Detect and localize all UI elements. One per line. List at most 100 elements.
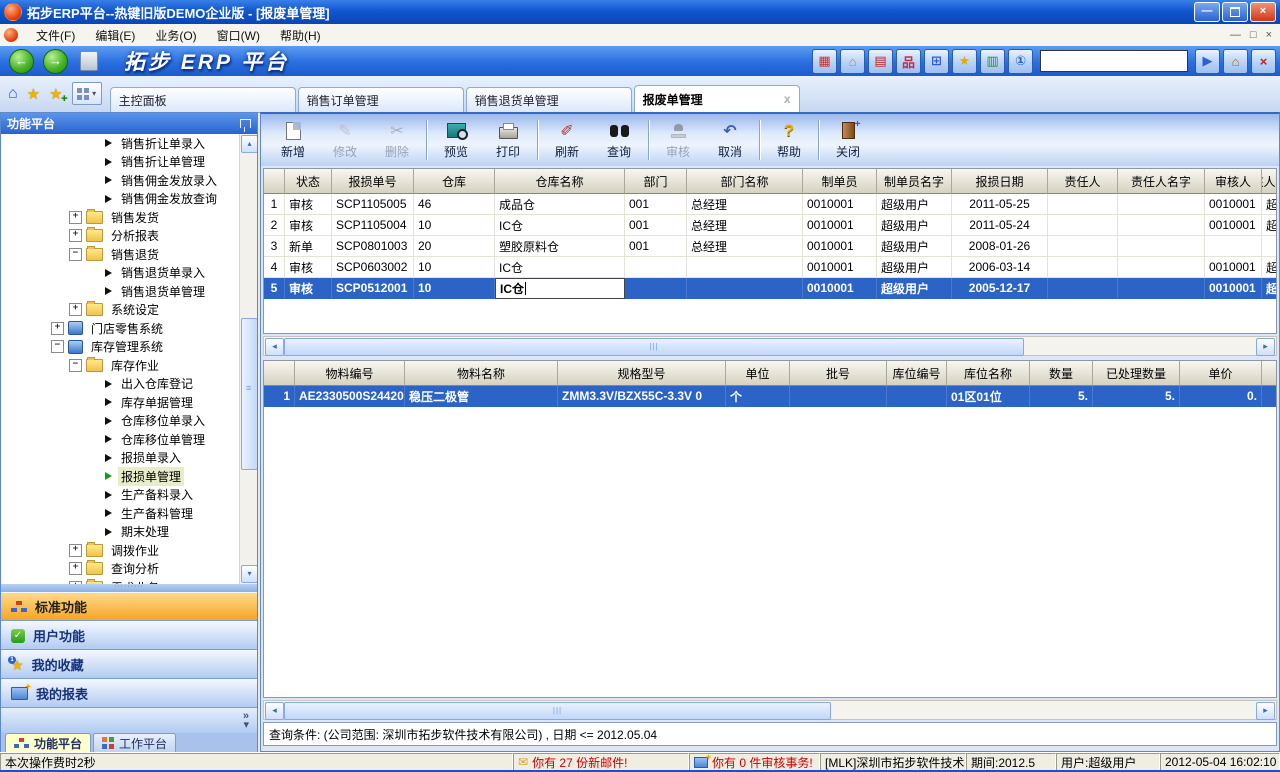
scroll-down-icon[interactable]: ▾ (241, 565, 257, 583)
tree-item-销售佣金发放查询[interactable]: 销售佣金发放查询 (1, 190, 257, 209)
tree-expand-icon[interactable]: + (69, 303, 82, 316)
tab-销售退货单管理[interactable]: 销售退货单管理 (466, 87, 632, 112)
tree-expand-icon[interactable]: − (69, 248, 82, 261)
panel-overflow[interactable]: » ▾ (1, 708, 257, 733)
mdi-control-2[interactable]: × (1266, 29, 1272, 41)
pin-icon[interactable] (240, 119, 251, 128)
menu-item-3[interactable]: 窗口(W) (207, 27, 270, 45)
tree-expand-icon[interactable]: − (69, 359, 82, 372)
tree-item-需求业务[interactable]: +需求业务 (1, 578, 257, 584)
tree-expand-icon[interactable]: + (51, 322, 64, 335)
tree-item-销售折让单录入[interactable]: 销售折让单录入 (1, 134, 257, 153)
scroll-up-icon[interactable]: ▴ (241, 135, 257, 153)
menu-item-4[interactable]: 帮助(H) (270, 27, 331, 45)
home-folder-icon[interactable]: ⌂ (840, 49, 865, 74)
toolbar-button-刷新[interactable]: ✐刷新 (541, 118, 593, 162)
table-row[interactable]: 1AE2330500S24420稳压二极管ZMM3.3V/BZX55C-3.3V… (264, 386, 1276, 407)
scroll-thumb[interactable] (284, 338, 1024, 356)
contacts-icon[interactable]: ▥ (980, 49, 1005, 74)
go-icon[interactable]: ▶ (1195, 49, 1220, 74)
table-row[interactable]: 2审核SCP110500410IC仓001总经理0010001超级用户2011-… (264, 215, 1276, 236)
favorites-icon[interactable]: ★ (27, 85, 40, 103)
tree-item-销售发货[interactable]: +销售发货 (1, 208, 257, 227)
tree-item-销售佣金发放录入[interactable]: 销售佣金发放录入 (1, 171, 257, 190)
close-button[interactable]: × (1250, 2, 1276, 22)
new-folder-icon[interactable]: ⊞ (924, 49, 949, 74)
tree-expand-icon[interactable]: + (69, 211, 82, 224)
sidebar-splitter[interactable]: ········· (1, 584, 257, 592)
table-row[interactable]: 3新单SCP080100320塑胶原料仓001总经理0010001超级用户200… (264, 236, 1276, 257)
toolbar-button-查询[interactable]: 查询 (593, 118, 645, 162)
tree-item-分析报表[interactable]: +分析报表 (1, 227, 257, 246)
menu-item-1[interactable]: 编辑(E) (85, 27, 145, 45)
menu-item-0[interactable]: 文件(F) (26, 27, 85, 45)
mdi-control-0[interactable]: — (1230, 29, 1241, 41)
add-favorite-icon[interactable]: ★ (49, 85, 62, 103)
scroll-thumb[interactable] (284, 702, 831, 720)
tree-item-期末处理[interactable]: 期末处理 (1, 523, 257, 542)
detail-hscrollbar[interactable]: ◂ ▸ (263, 700, 1277, 720)
forward-button[interactable]: → (43, 49, 68, 74)
tree-item-销售退货单录入[interactable]: 销售退货单录入 (1, 264, 257, 283)
tree-expand-icon[interactable]: + (69, 581, 82, 584)
clock-icon[interactable]: ① (1008, 49, 1033, 74)
maximize-button[interactable] (1222, 2, 1248, 22)
toolbar-button-帮助[interactable]: ?帮助 (763, 118, 815, 162)
tree-item-门店零售系统[interactable]: +门店零售系统 (1, 319, 257, 338)
tree-item-出入仓库登记[interactable]: 出入仓库登记 (1, 375, 257, 394)
scroll-right-icon[interactable]: ▸ (1256, 338, 1275, 356)
toolbar-button-取消[interactable]: ↶取消 (704, 118, 756, 162)
main-search-input[interactable] (1040, 50, 1188, 72)
table-row[interactable]: 1审核SCP110500546成品仓001总经理0010001超级用户2011-… (264, 194, 1276, 215)
tree-item-仓库移位单录入[interactable]: 仓库移位单录入 (1, 412, 257, 431)
tree-expand-icon[interactable]: − (51, 340, 64, 353)
tab-close-icon[interactable]: x (784, 92, 791, 106)
modules-icon[interactable]: ▦ (812, 49, 837, 74)
panel-标准功能[interactable]: 标准功能 (1, 592, 257, 621)
scroll-left-icon[interactable]: ◂ (265, 702, 284, 720)
exit-icon[interactable]: × (1251, 49, 1276, 74)
tree-item-销售退货单管理[interactable]: 销售退货单管理 (1, 282, 257, 301)
tab-list-button[interactable]: ▾ (72, 82, 102, 105)
tree-item-库存管理系统[interactable]: −库存管理系统 (1, 338, 257, 357)
tree-item-查询分析[interactable]: +查询分析 (1, 560, 257, 579)
tab-主控面板[interactable]: 主控面板 (110, 87, 296, 112)
favorites-icon[interactable]: ★ (952, 49, 977, 74)
tree-item-库存单据管理[interactable]: 库存单据管理 (1, 393, 257, 412)
toolbar-button-关闭[interactable]: 关闭 (822, 118, 874, 162)
home-icon[interactable]: ⌂ (8, 85, 18, 103)
tree-item-库存作业[interactable]: −库存作业 (1, 356, 257, 375)
tree-item-调拨作业[interactable]: +调拨作业 (1, 541, 257, 560)
tree-item-生产备料录入[interactable]: 生产备料录入 (1, 486, 257, 505)
sidebar-tab-功能平台[interactable]: 功能平台 (5, 733, 91, 752)
tab-报废单管理[interactable]: 报废单管理x (634, 85, 800, 112)
notebook-icon[interactable]: ▤ (868, 49, 893, 74)
home-edit-icon[interactable]: ⌂ (1223, 49, 1248, 74)
toolbar-button-新增[interactable]: 新增 (267, 118, 319, 162)
scroll-left-icon[interactable]: ◂ (265, 338, 284, 356)
table-row[interactable]: 4审核SCP060300210IC仓0010001超级用户2006-03-140… (264, 257, 1276, 278)
cell-edit-text[interactable]: IC仓 (500, 280, 524, 297)
tree-expand-icon[interactable]: + (69, 229, 82, 242)
mdi-control-1[interactable]: □ (1250, 29, 1257, 41)
tree-item-报损单录入[interactable]: 报损单录入 (1, 449, 257, 468)
tree-item-销售折让单管理[interactable]: 销售折让单管理 (1, 153, 257, 172)
panel-用户功能[interactable]: ✓用户功能 (1, 621, 257, 650)
sidebar-tab-工作平台[interactable]: 工作平台 (93, 733, 176, 752)
tree-item-报损单管理[interactable]: 报损单管理 (1, 467, 257, 486)
table-row[interactable]: 5审核SCP051200110IC仓0010001超级用户2005-12-170… (264, 278, 1276, 299)
scroll-thumb[interactable] (241, 318, 257, 470)
tree-item-系统设定[interactable]: +系统设定 (1, 301, 257, 320)
panel-我的收藏[interactable]: ★我的收藏 (1, 650, 257, 679)
tree-item-销售退货[interactable]: −销售退货 (1, 245, 257, 264)
tree-item-生产备料管理[interactable]: 生产备料管理 (1, 504, 257, 523)
scroll-right-icon[interactable]: ▸ (1256, 702, 1275, 720)
orgchart-icon[interactable]: 品 (896, 49, 921, 74)
tree-expand-icon[interactable]: + (69, 544, 82, 557)
tab-销售订单管理[interactable]: 销售订单管理 (298, 87, 464, 112)
toolbar-button-打印[interactable]: 打印 (482, 118, 534, 162)
panel-我的报表[interactable]: 我的报表 (1, 679, 257, 708)
menu-item-2[interactable]: 业务(O) (145, 27, 206, 45)
tree-item-仓库移位单管理[interactable]: 仓库移位单管理 (1, 430, 257, 449)
tree-expand-icon[interactable]: + (69, 562, 82, 575)
